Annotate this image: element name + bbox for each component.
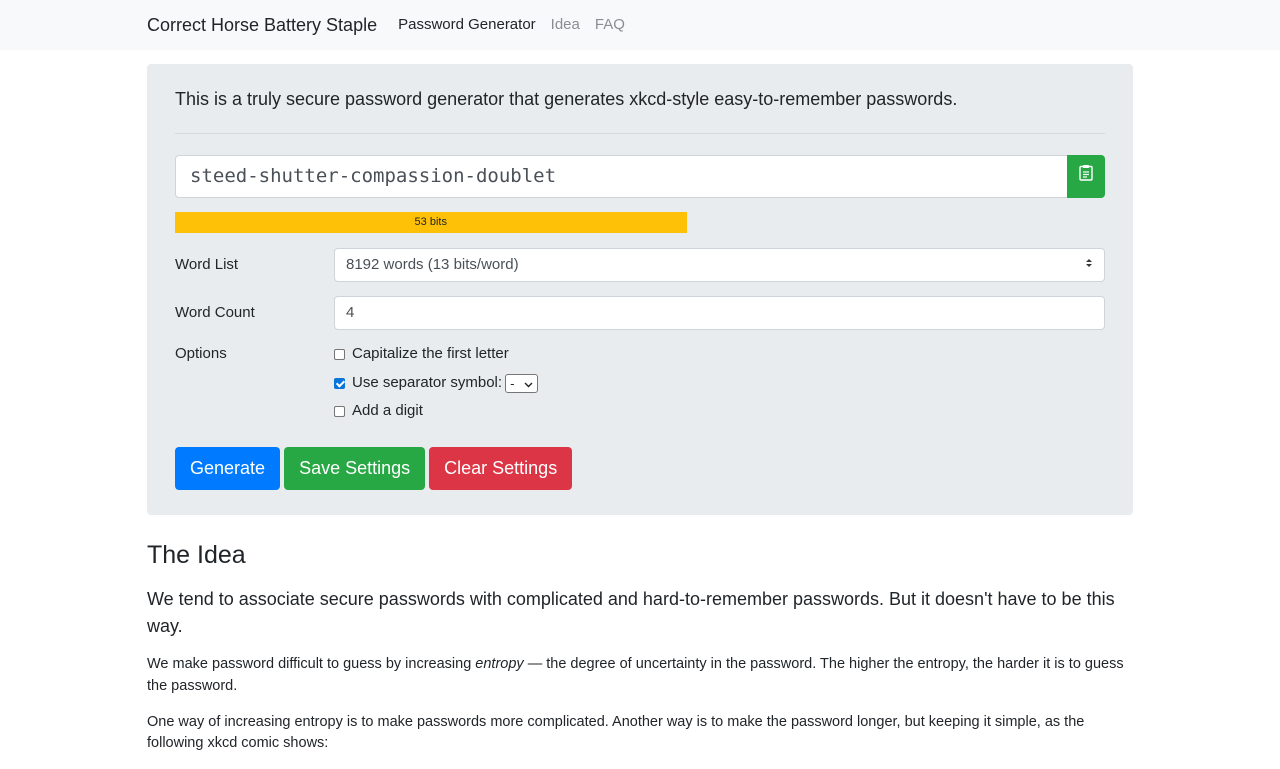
- entropy-text-before: We make password difficult to guess by i…: [147, 656, 476, 672]
- word-list-value: 8192 words (13 bits/word): [346, 255, 519, 273]
- password-group: steed-shutter-compassion-doublet: [175, 155, 1105, 198]
- separator-checkbox[interactable]: [334, 377, 345, 389]
- separator-value: -: [510, 375, 515, 391]
- password-output[interactable]: steed-shutter-compassion-doublet: [175, 155, 1067, 198]
- idea-lead: We tend to associate secure passwords wi…: [147, 589, 1115, 636]
- idea-paragraph-length: One way of increasing entropy is to make…: [147, 713, 1085, 752]
- digit-checkbox[interactable]: [334, 405, 345, 417]
- strength-label: 53 bits: [414, 216, 447, 229]
- capitalize-checkbox[interactable]: [334, 348, 345, 360]
- nav-link-idea[interactable]: Idea: [551, 14, 580, 37]
- action-buttons: Generate Save Settings Clear Settings: [175, 447, 576, 490]
- nav-inner: Correct Horse Battery Staple Password Ge…: [147, 12, 1133, 39]
- separator-label[interactable]: Use separator symbol:: [352, 372, 502, 395]
- divider: [175, 133, 1105, 134]
- options-row: Options: [175, 343, 334, 366]
- options-label: Options: [175, 345, 227, 362]
- brand-link[interactable]: Correct Horse Battery Staple: [147, 12, 377, 39]
- idea-paragraph-entropy: We make password difficult to guess by i…: [147, 654, 1133, 698]
- word-list-row: Word List 8192 words (13 bits/word): [175, 248, 1105, 282]
- separator-option: Use separator symbol: -: [334, 372, 539, 395]
- word-count-input[interactable]: 4: [334, 296, 1105, 330]
- copy-button[interactable]: [1067, 155, 1105, 198]
- generate-button[interactable]: Generate: [175, 447, 281, 490]
- idea-title: The Idea: [147, 541, 246, 569]
- strength-progress: 53 bits: [175, 212, 1105, 233]
- word-list-select[interactable]: 8192 words (13 bits/word): [334, 248, 1105, 282]
- idea-section: The Idea We tend to associate secure pas…: [147, 540, 1133, 769]
- strength-fill: 53 bits: [175, 212, 687, 233]
- nav-link-password-generator[interactable]: Password Generator: [398, 14, 536, 37]
- clipboard-icon: [1079, 164, 1093, 189]
- navbar: Correct Horse Battery Staple Password Ge…: [0, 0, 1280, 50]
- generator-intro: This is a truly secure password generato…: [175, 89, 958, 109]
- select-arrows-icon: [1085, 254, 1093, 277]
- chevron-down-icon: [524, 374, 533, 394]
- word-count-row: Word Count 4: [175, 296, 1105, 330]
- word-count-label: Word Count: [175, 303, 255, 321]
- generator-panel: This is a truly secure password generato…: [147, 64, 1133, 515]
- word-list-label: Word List: [175, 255, 239, 273]
- entropy-term: entropy: [475, 656, 524, 672]
- clear-settings-button[interactable]: Clear Settings: [429, 447, 573, 490]
- digit-label[interactable]: Add a digit: [352, 400, 423, 423]
- word-count-value: 4: [346, 303, 355, 321]
- capitalize-option: Capitalize the first letter: [334, 343, 509, 366]
- capitalize-label[interactable]: Capitalize the first letter: [352, 343, 509, 366]
- save-settings-button[interactable]: Save Settings: [284, 447, 426, 490]
- digit-option: Add a digit: [334, 400, 423, 423]
- separator-select[interactable]: -: [505, 373, 539, 394]
- nav-link-faq[interactable]: FAQ: [595, 14, 625, 37]
